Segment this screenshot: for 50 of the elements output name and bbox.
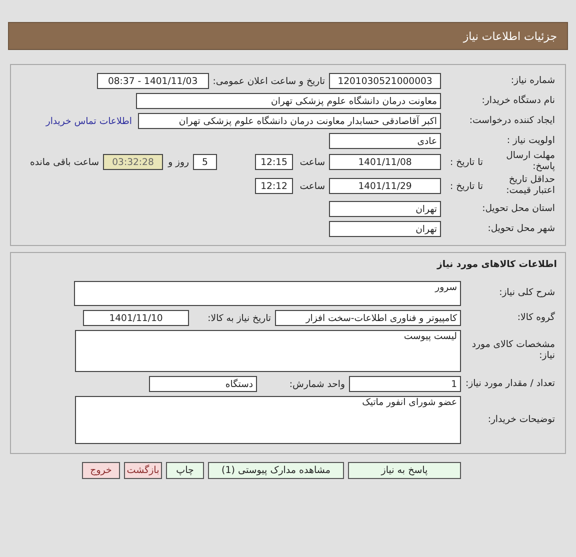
- value-field: دستگاه: [149, 376, 257, 392]
- action-button[interactable]: مشاهده مدارک پیوستی (1): [208, 462, 344, 479]
- field-label: توضیحات خریدار:: [486, 414, 556, 426]
- value-field: عضو شورای انفور ماتیک: [75, 396, 461, 444]
- field-label: ساعت باقی مانده: [29, 156, 100, 168]
- field-label: واحد شمارش:: [288, 378, 346, 390]
- value-field: عادی: [329, 133, 441, 149]
- field-label: گروه کالا:: [516, 312, 556, 324]
- value-field: 5: [193, 154, 217, 170]
- field-label: تا تاریخ :: [449, 180, 484, 192]
- field-label: مهلت ارسال پاسخ:: [505, 151, 556, 173]
- action-button[interactable]: چاپ: [166, 462, 204, 479]
- value-field: 1401/11/08: [329, 154, 441, 170]
- value-field: 1401/11/03 - 08:37: [96, 73, 209, 89]
- field-label: تاریخ و ساعت اعلان عمومی:: [212, 76, 326, 86]
- action-button[interactable]: پاسخ به نیاز: [348, 462, 461, 479]
- value-field: تهران: [329, 221, 441, 237]
- remaining-time-field: 03:32:28: [103, 154, 163, 170]
- page-title: جزئیات اطلاعات نیاز: [463, 30, 557, 42]
- field-label: تا تاریخ :: [449, 156, 484, 168]
- field-label: مشخصات کالای مورد نیاز:: [470, 340, 556, 362]
- field-label: نام دستگاه خریدار:: [480, 96, 556, 106]
- field-label: حداقل تاریخ اعتبار قیمت:: [505, 175, 556, 197]
- value-field: 1401/11/29: [329, 178, 441, 194]
- field-label: شرح کلی نیاز:: [498, 288, 556, 298]
- value-field: 1201030521000003: [329, 73, 441, 89]
- field-label: شماره نیاز:: [510, 76, 556, 86]
- value-field: 1401/11/10: [83, 310, 189, 326]
- value-field: کامپیوتر و فناوری اطلاعات-سخت افزار: [275, 310, 461, 326]
- field-label: استان محل تحویل:: [481, 204, 556, 214]
- buyer-contact-link[interactable]: اطلاعات تماس خریدار: [46, 116, 132, 126]
- value-field: تهران: [329, 201, 441, 217]
- field-label: تاریخ نیاز به کالا:: [206, 312, 272, 324]
- value-field: 1: [349, 376, 461, 392]
- value-field: 12:15: [255, 154, 293, 170]
- value-field: سرور: [74, 280, 461, 306]
- section-title: اطلاعات کالاهای مورد نیاز: [436, 259, 558, 272]
- field-label: اولویت نیاز :: [506, 136, 556, 146]
- exit-button[interactable]: بازگشت: [124, 462, 162, 479]
- value-field: اکبر آقاصادقی حسابدار معاونت درمان دانشگاه علوم پزشکی تهران: [138, 113, 441, 129]
- field-label: ایجاد کننده درخواست:: [468, 116, 556, 126]
- field-label: شهر محل تحویل:: [486, 224, 556, 234]
- field-label: ساعت: [298, 180, 326, 192]
- value-field: 12:12: [255, 178, 293, 194]
- value-field: لیست پیوست: [75, 330, 461, 372]
- value-field: معاونت درمان دانشگاه علوم پزشکی تهران: [136, 93, 441, 109]
- field-label: ساعت: [298, 156, 326, 168]
- field-label: تعداد / مقدار مورد نیاز:: [464, 378, 556, 390]
- field-label: روز و: [166, 156, 190, 168]
- exit-button[interactable]: خروج: [82, 462, 120, 479]
